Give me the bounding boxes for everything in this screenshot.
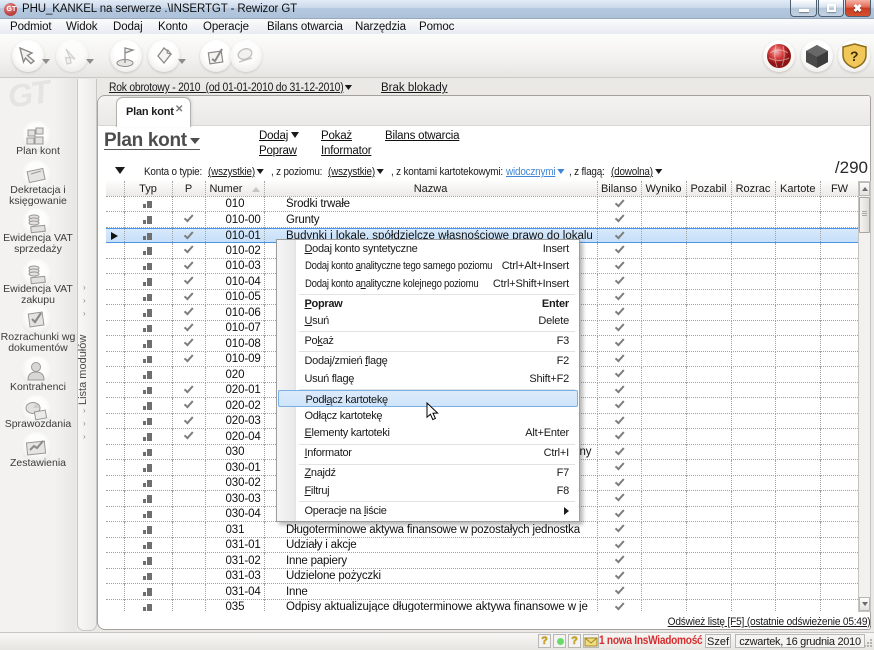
svg-text:?: ? — [850, 48, 859, 64]
